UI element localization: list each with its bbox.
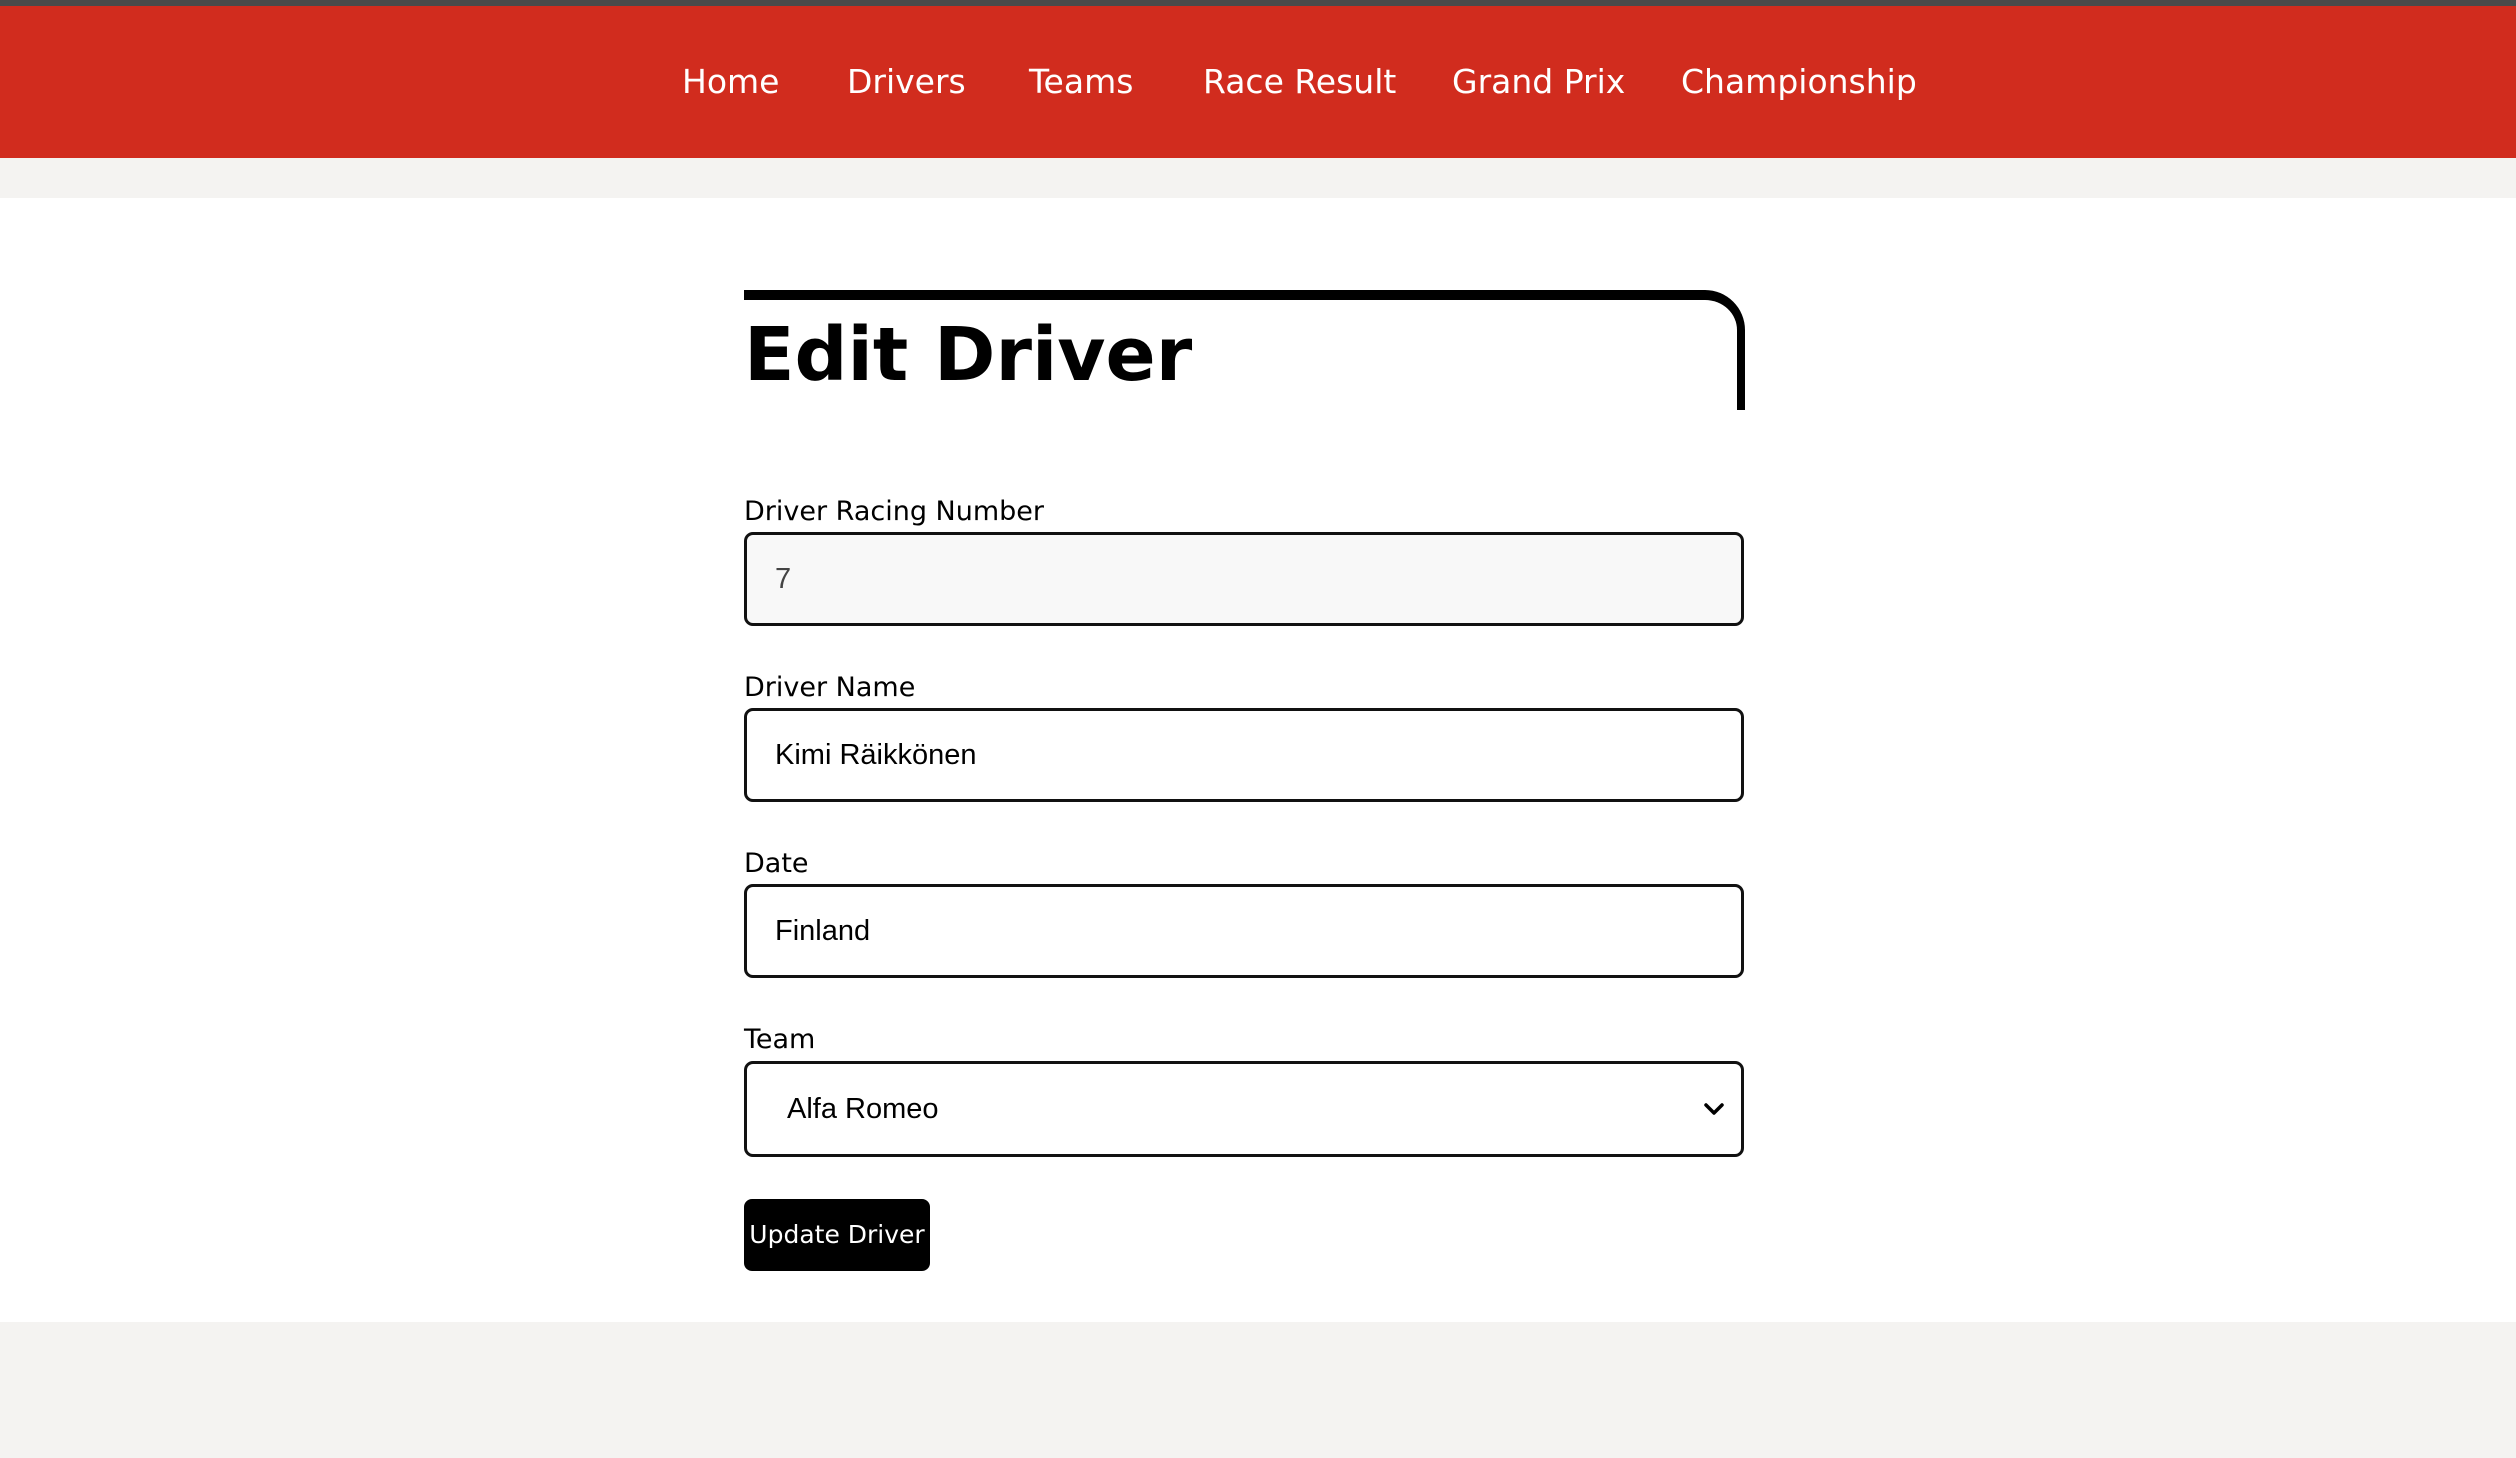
nav-championship-link[interactable]: Championship [1681,62,1917,102]
nav-teams-link[interactable]: Teams [1029,62,1133,102]
team-label: Team [744,1024,816,1055]
team-select[interactable]: Alfa Romeo [744,1061,1744,1157]
team-select-value: Alfa Romeo [787,1093,939,1125]
driver-name-label: Driver Name [744,672,916,703]
racing-number-input[interactable] [744,532,1744,626]
racing-number-label: Driver Racing Number [744,496,1045,527]
update-driver-button[interactable]: Update Driver [744,1199,930,1271]
page-title: Edit Driver [744,312,1193,398]
driver-name-input[interactable] [744,708,1744,802]
date-label: Date [744,848,809,879]
nav-race-result-link[interactable]: Race Result [1203,62,1396,102]
nav-home-link[interactable]: Home [682,62,779,102]
date-input[interactable] [744,884,1744,978]
nav-drivers-link[interactable]: Drivers [847,62,966,102]
main-navbar: Home Drivers Teams Race Result Grand Pri… [0,6,2516,158]
chevron-down-icon [1704,1103,1724,1115]
nav-grand-prix-link[interactable]: Grand Prix [1452,62,1625,102]
